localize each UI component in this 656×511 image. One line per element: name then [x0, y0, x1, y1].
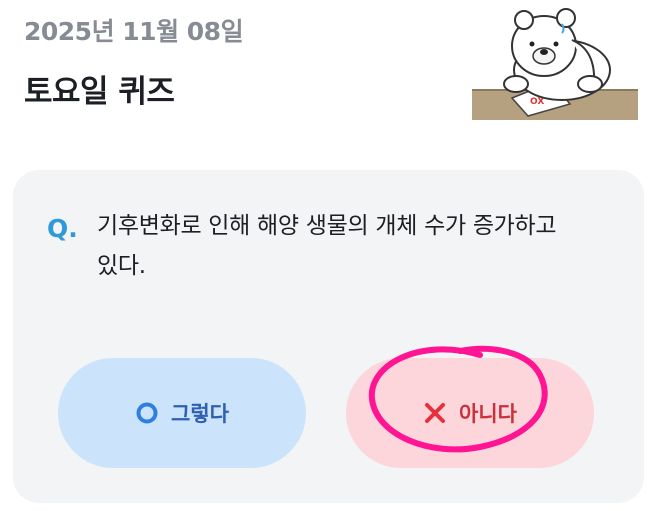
question-text: 기후변화로 인해 해양 생물의 개체 수가 증가하고 있다. — [97, 213, 557, 279]
answer-yes-button[interactable]: 그렇다 — [58, 358, 306, 468]
answer-no-label: 아니다 — [459, 402, 517, 426]
quiz-card: Q. 기후변화로 인해 해양 생물의 개체 수가 증가하고 있다. 그렇다 아니… — [13, 170, 644, 503]
answer-yes-label: 그렇다 — [171, 402, 229, 426]
page-title: 토요일 퀴즈 — [24, 74, 175, 110]
circle-o-icon — [135, 401, 159, 425]
question-label: Q. — [47, 214, 78, 243]
x-cross-icon — [423, 401, 447, 425]
mascot-paper-text: OX — [530, 97, 544, 107]
answer-no-button[interactable]: 아니다 — [346, 358, 594, 468]
polar-bear-mascot-icon: OX — [470, 0, 640, 126]
quiz-date: 2025년 11월 08일 — [24, 17, 244, 46]
